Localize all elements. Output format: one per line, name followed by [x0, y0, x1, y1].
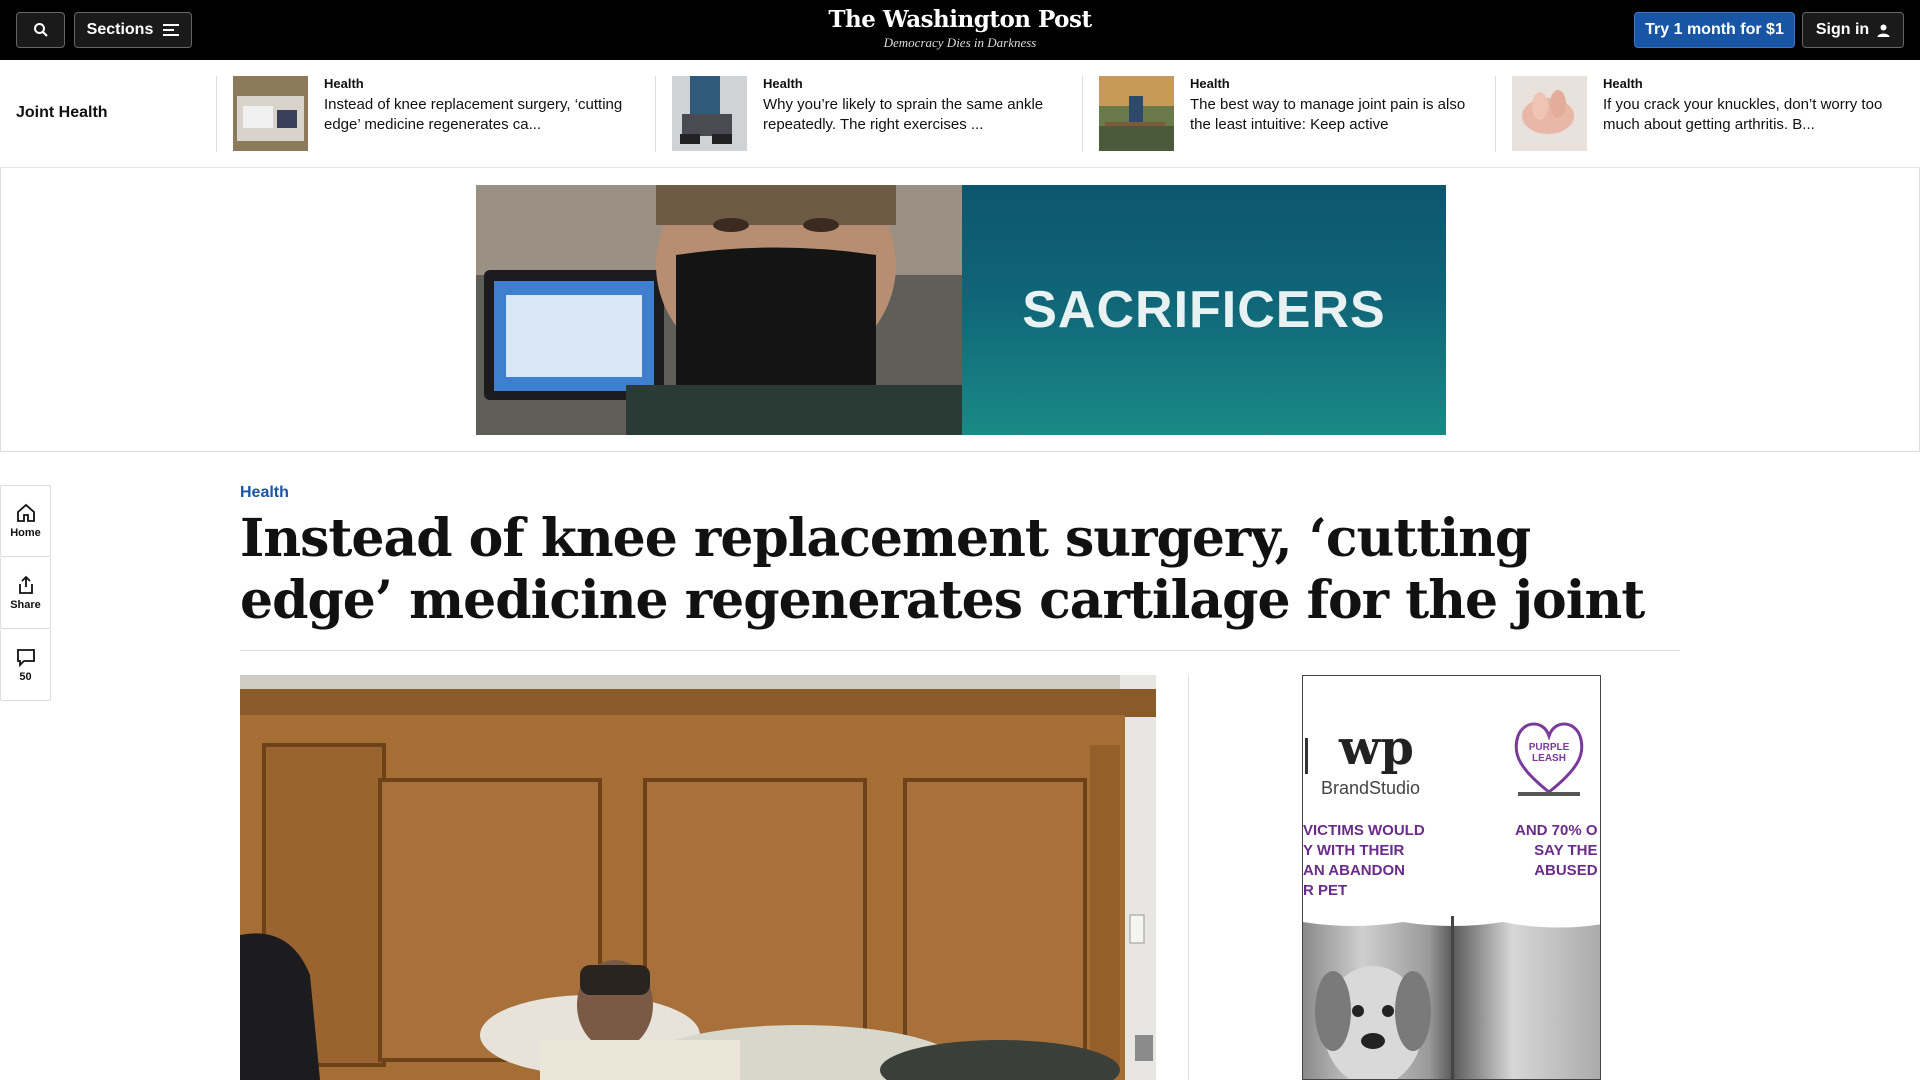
hero-illustration: [240, 675, 1156, 1080]
strip-card[interactable]: Health If you crack your knuckles, don’t…: [1495, 76, 1920, 152]
strip-thumbnail: [672, 76, 747, 151]
ad-copy-right: AND 70% O SAY THE ABUSED: [1515, 821, 1598, 881]
ad-copy-line: Y WITH THEIR: [1303, 842, 1405, 859]
strip-headline: Why you’re likely to sprain the same ank…: [763, 96, 1044, 133]
brand-studio-label: BrandStudio: [1321, 778, 1421, 798]
banner-ad[interactable]: SACRIFICERS: [476, 185, 1446, 435]
strip-headline: If you crack your knuckles, don’t worry …: [1603, 96, 1883, 133]
ad-copy-line: R PET: [1303, 882, 1348, 899]
home-label: Home: [10, 527, 41, 539]
home-icon: [16, 503, 35, 522]
strip-card[interactable]: Health Why you’re likely to sprain the s…: [655, 76, 1083, 152]
subscribe-button[interactable]: Try 1 month for $1: [1634, 12, 1795, 48]
share-label: Share: [10, 598, 41, 611]
partner-line2: LEASH: [1532, 753, 1566, 764]
article-headline: Instead of knee replacement surgery, ‘cu…: [240, 508, 1645, 631]
ad-headline: SACRIFICERS: [962, 185, 1446, 435]
strip-kicker: Health: [324, 76, 364, 91]
ad-photo: [476, 185, 962, 435]
strip-thumbnail: [1099, 76, 1174, 151]
comment-icon: [16, 648, 35, 667]
strip-card[interactable]: Health Instead of knee replacement surge…: [216, 76, 656, 152]
comments-count: 50: [19, 670, 32, 683]
search-button[interactable]: [16, 12, 65, 48]
ad-dog-photo: [1303, 916, 1600, 1079]
wp-logo: wp: [1339, 720, 1414, 776]
ad-photo-illustration: [476, 185, 962, 435]
logo-name: The Washington Post: [828, 6, 1092, 33]
sign-in-label: Sign in: [1815, 21, 1870, 38]
ad-copy-line: AND 70% O: [1515, 822, 1598, 839]
logo-tagline: Democracy Dies in Darkness: [883, 35, 1037, 50]
column-divider: [1188, 675, 1189, 1080]
strip-headline: Instead of knee replacement surgery, ‘cu…: [324, 96, 623, 133]
top-nav-bar: Sections The Washington Post Democracy D…: [0, 0, 1920, 60]
strip-kicker: Health: [763, 76, 803, 91]
strip-label[interactable]: Joint Health: [16, 104, 108, 122]
share-icon: [18, 575, 33, 594]
ad-copy-line: VICTIMS WOULD: [1303, 822, 1425, 839]
hero-image: [240, 675, 1156, 1080]
sign-in-button[interactable]: Sign in: [1802, 12, 1904, 48]
headline-divider: [240, 650, 1680, 651]
strip-card[interactable]: Health The best way to manage joint pain…: [1082, 76, 1495, 152]
purple-leash-logo: PURPLE LEASH: [1514, 722, 1584, 796]
ad-divider: [1305, 738, 1308, 774]
ad-copy-line: ABUSED: [1534, 862, 1598, 879]
side-ad[interactable]: wp BrandStudio PURPLE LEASH VICTIMS WOUL…: [1302, 675, 1601, 1080]
comments-button[interactable]: 50: [0, 629, 51, 701]
article-kicker[interactable]: Health: [240, 484, 289, 502]
strip-thumbnail: [1512, 76, 1587, 151]
strip-kicker: Health: [1190, 76, 1230, 91]
article-tools-rail: Home Share 50: [0, 485, 51, 701]
sections-label: Sections: [86, 21, 154, 38]
sections-button[interactable]: Sections: [74, 12, 192, 48]
share-button[interactable]: Share: [0, 557, 51, 629]
hamburger-icon: [163, 24, 180, 36]
site-logo[interactable]: The Washington Post Democracy Dies in Da…: [760, 6, 1160, 51]
ad-copy-line: AN ABANDON: [1303, 862, 1405, 879]
strip-headline: The best way to manage joint pain is als…: [1190, 96, 1466, 133]
ad-copy-line: SAY THE: [1534, 842, 1598, 859]
strip-thumbnail: [233, 76, 308, 151]
home-button[interactable]: Home: [0, 485, 51, 557]
ad-container: SACRIFICERS: [0, 168, 1920, 452]
user-icon: [1877, 24, 1890, 37]
ad-copy-left: VICTIMS WOULD Y WITH THEIR AN ABANDON R …: [1303, 821, 1425, 901]
search-icon: [33, 23, 48, 37]
strip-kicker: Health: [1603, 76, 1643, 91]
dog-illustration: [1303, 916, 1600, 1079]
topic-strip: Joint Health Health Instead of knee repl…: [0, 60, 1920, 168]
partner-line1: PURPLE: [1529, 742, 1570, 753]
